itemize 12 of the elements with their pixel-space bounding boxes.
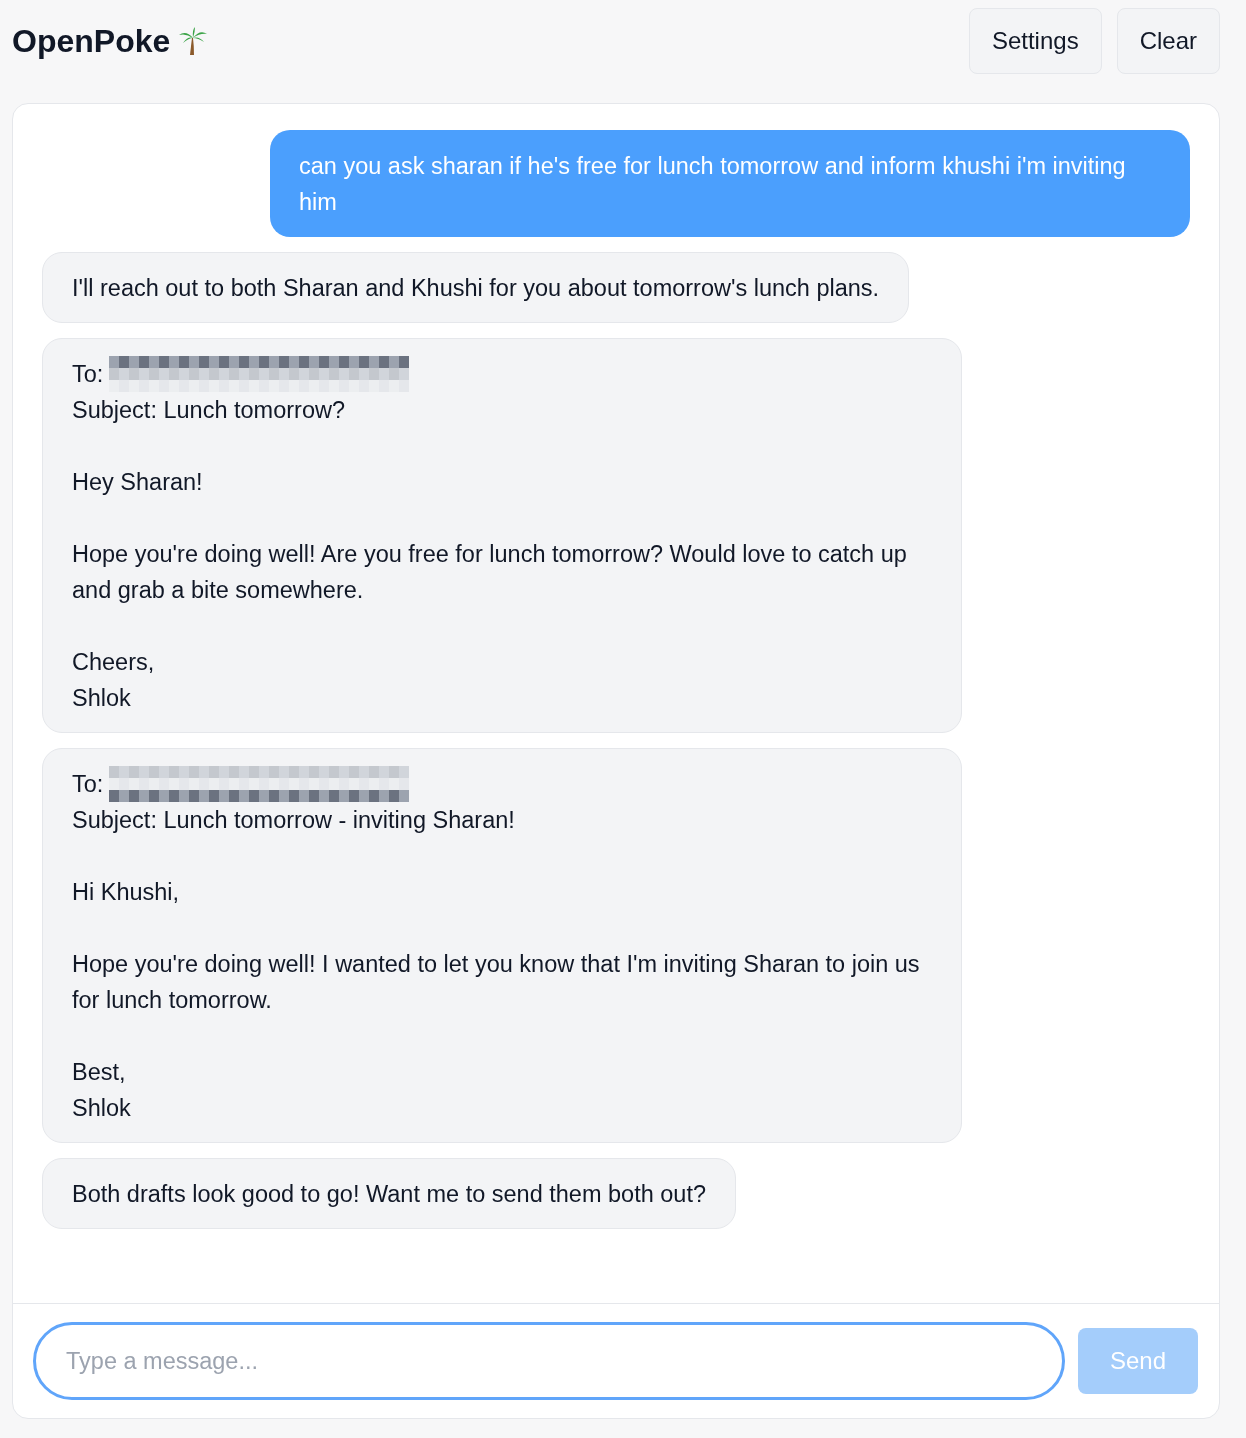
palm-tree-icon (178, 26, 209, 56)
email-draft-text: Subject: Lunch tomorrow? Hey Sharan! Hope you're doing well! Are you free for lunch tomorrow? Would love to catch up and grab a bite somewhere. Cheers, Shlok (72, 396, 908, 713)
message-input[interactable]: Type a message... (33, 1322, 1065, 1400)
clear-button[interactable]: Clear (1116, 8, 1220, 74)
settings-button[interactable]: Settings (968, 8, 1102, 74)
email-draft-text: Subject: Lunch tomorrow - inviting Sharan! Hi Khushi, Hope you're doing well! I wanted to let you know that I'm inviting Sharan to join us for lunch tomorrow. Best, Shlok (72, 806, 921, 1123)
user-message: can you ask sharan if he's free for lunch tomorrow and inform khushi i'm inviting him (270, 130, 1190, 237)
to-label: To: (72, 360, 104, 389)
assistant-message: I'll reach out to both Sharan and Khushi for you about tomorrow's lunch plans. (42, 252, 910, 323)
to-label: To: (72, 770, 104, 799)
assistant-message: Both drafts look good to go! Want me to send them both out? (42, 1158, 737, 1229)
app-title: OpenPoke (12, 22, 171, 60)
